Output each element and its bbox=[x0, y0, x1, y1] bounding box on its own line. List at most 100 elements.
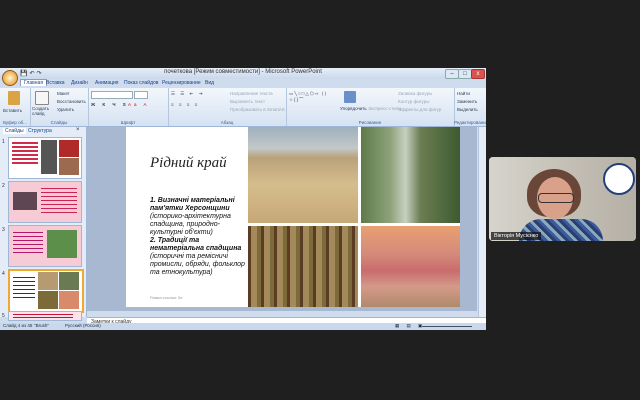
font-size-select[interactable] bbox=[134, 91, 148, 99]
text-direction-button[interactable]: Направление текста bbox=[230, 91, 273, 96]
shape-fill-button[interactable]: Заливка фигуры bbox=[398, 91, 432, 96]
select-button[interactable]: Выделить bbox=[457, 107, 478, 112]
layout-button[interactable]: Макет bbox=[57, 91, 70, 96]
thumb-text-block bbox=[12, 142, 38, 166]
font-group-label: Шрифт bbox=[120, 120, 136, 125]
drawing-group: ▭╲○□△⬠⇨ ⟨⟩☆{}⌒ Упорядочить Экспресс-стил… bbox=[286, 88, 455, 126]
photo-waterfall-cliff bbox=[361, 127, 460, 223]
tab-design[interactable]: Дизайн bbox=[71, 80, 88, 86]
tab-view[interactable]: Вид bbox=[205, 80, 214, 86]
thumb-number: 2 bbox=[2, 183, 5, 189]
drawing-group-label: Рисование bbox=[358, 120, 382, 125]
thumb-number: 1 bbox=[2, 139, 5, 145]
reset-button[interactable]: Восстановить bbox=[57, 99, 86, 104]
slide-counter: Слайд 4 из 45 bbox=[3, 323, 33, 328]
quick-access-toolbar[interactable]: 💾↶↷ bbox=[20, 70, 44, 77]
tab-outline-pane[interactable]: Структура bbox=[28, 128, 52, 134]
delete-slide-button[interactable]: Удалить bbox=[57, 107, 74, 112]
view-buttons[interactable]: ▦ ▤ ▣ bbox=[395, 323, 425, 329]
tab-slides-pane[interactable]: Слайды bbox=[3, 128, 26, 134]
paste-button[interactable]: Вставить bbox=[3, 108, 22, 113]
participant-name: Вікторія Мусієнко bbox=[491, 232, 542, 240]
slide-footer: Рамка ссылки: 5е bbox=[150, 295, 183, 300]
tab-slideshow[interactable]: Показ слайдов bbox=[124, 80, 158, 86]
ribbon: Вставить Буфер об... Создать слайд Макет… bbox=[0, 88, 486, 127]
slides-group: Создать слайд Макет Восстановить Удалить… bbox=[30, 88, 89, 126]
minimize-button[interactable]: – bbox=[445, 69, 459, 79]
shapes-gallery[interactable]: ▭╲○□△⬠⇨ ⟨⟩☆{}⌒ bbox=[289, 91, 337, 103]
emblem-icon bbox=[603, 163, 635, 195]
slide-title: Рідний край bbox=[150, 155, 227, 171]
slide-thumb-1[interactable] bbox=[8, 137, 82, 179]
slide-thumb-3[interactable] bbox=[8, 225, 82, 267]
photo-sand-dunes bbox=[248, 127, 358, 223]
tab-insert[interactable]: Вставка bbox=[46, 80, 65, 86]
find-button[interactable]: Найти bbox=[457, 91, 470, 96]
slide-thumb-4-selected[interactable] bbox=[8, 269, 84, 313]
paragraph-group-label: Абзац bbox=[220, 120, 234, 125]
photo-pink-lake-sunset bbox=[361, 226, 460, 307]
thumb-text-block bbox=[13, 232, 43, 254]
slide-item-2-text: (історичні та ремісничі промисли, обряди… bbox=[150, 253, 245, 276]
close-button[interactable]: x bbox=[471, 69, 485, 79]
participant-video bbox=[489, 157, 636, 241]
slide-body: 1. Визначні матеріальні пам'ятки Херсонщ… bbox=[150, 197, 248, 277]
tab-review[interactable]: Рецензирование bbox=[162, 80, 201, 86]
paragraph-group: ☰ ☰ ⇤ ⇥ ≡ ≡ ≡ ≡ Направление текста Выров… bbox=[168, 88, 287, 126]
slide-item-1-text: (історико-архітектурна спадщина, природн… bbox=[150, 213, 231, 236]
participant-glasses bbox=[538, 193, 574, 203]
align-buttons[interactable]: ≡ ≡ ≡ ≡ bbox=[171, 102, 199, 107]
arrange-button[interactable]: Упорядочить bbox=[340, 106, 367, 111]
maximize-button[interactable]: □ bbox=[458, 69, 472, 79]
slide-canvas: Рідний край 1. Визначні матеріальні пам'… bbox=[87, 127, 477, 311]
photo-pine-forest bbox=[248, 226, 358, 307]
status-bar: Слайд 4 из 45 "Brush" Русский (Россия) ▦… bbox=[0, 323, 486, 330]
thumb-number: 5 bbox=[2, 313, 5, 319]
thumb-image bbox=[59, 272, 79, 290]
thumb-text-block bbox=[41, 188, 77, 214]
thumb-image bbox=[38, 291, 58, 309]
zoom-slider[interactable] bbox=[422, 326, 472, 327]
shape-outline-button[interactable]: Контур фигуры bbox=[398, 99, 429, 104]
tab-home[interactable]: Главная bbox=[20, 79, 48, 86]
thumb-image bbox=[59, 140, 79, 157]
paste-icon bbox=[8, 91, 20, 105]
font-color-buttons[interactable]: Aa A bbox=[128, 102, 150, 107]
tab-animation[interactable]: Анимация bbox=[95, 80, 118, 86]
align-text-button[interactable]: Выровнять текст bbox=[230, 99, 265, 104]
slides-pane: Слайды Структура × 1 2 3 4 5 bbox=[0, 127, 87, 321]
thumb-number: 4 bbox=[2, 271, 5, 277]
close-pane-icon[interactable]: × bbox=[76, 127, 80, 133]
editing-group: Найти Заменить Выделить Редактирование bbox=[454, 88, 486, 126]
new-slide-button[interactable]: Создать слайд bbox=[32, 106, 54, 116]
quick-styles-button[interactable]: Экспресс-стили bbox=[368, 106, 401, 111]
window-title: почеткова [Режим совместимости] - Micros… bbox=[164, 69, 322, 75]
arrange-icon bbox=[344, 91, 356, 103]
font-format-buttons[interactable]: Ж К Ч S bbox=[91, 102, 129, 107]
replace-button[interactable]: Заменить bbox=[457, 99, 477, 104]
font-name-select[interactable] bbox=[91, 91, 133, 99]
thumb-text-block bbox=[13, 277, 35, 299]
thumb-image bbox=[38, 272, 58, 290]
title-bar: почеткова [Режим совместимости] - Micros… bbox=[0, 68, 486, 86]
clipboard-group-label: Буфер об... bbox=[3, 120, 27, 125]
language-indicator[interactable]: Русский (Россия) bbox=[65, 323, 101, 328]
thumb-image bbox=[47, 230, 77, 258]
powerpoint-window: почеткова [Режим совместимости] - Micros… bbox=[0, 68, 486, 330]
shape-effects-button[interactable]: Эффекты для фигур bbox=[398, 107, 441, 112]
slide[interactable]: Рідний край 1. Визначні матеріальні пам'… bbox=[126, 127, 460, 307]
editing-group-label: Редактирование bbox=[454, 120, 486, 125]
slides-group-label: Слайды bbox=[50, 120, 68, 125]
slide-thumb-2[interactable] bbox=[8, 181, 82, 223]
slide-thumb-5[interactable] bbox=[8, 311, 82, 321]
theme-name: "Brush" bbox=[34, 323, 49, 328]
office-button[interactable] bbox=[2, 70, 18, 86]
slide-item-1-title: 1. Визначні матеріальні пам'ятки Херсонщ… bbox=[150, 197, 235, 212]
smartart-button[interactable]: Преобразовать в SmartArt bbox=[230, 107, 285, 112]
list-buttons[interactable]: ☰ ☰ ⇤ ⇥ bbox=[171, 91, 204, 97]
new-slide-icon bbox=[35, 91, 49, 105]
vertical-scrollbar[interactable] bbox=[478, 127, 486, 317]
font-group: Ж К Ч S Aa A Шрифт bbox=[88, 88, 169, 126]
clipboard-group: Вставить Буфер об... bbox=[0, 88, 31, 126]
thumb-number: 3 bbox=[2, 227, 5, 233]
